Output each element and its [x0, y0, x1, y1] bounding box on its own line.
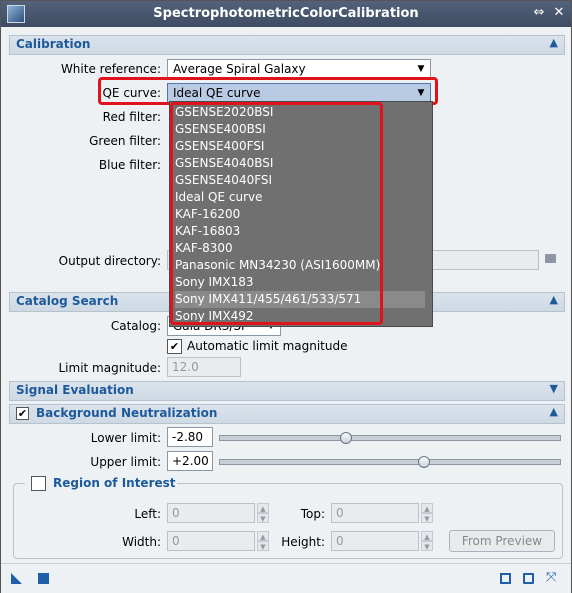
window-title: SpectrophotometricColorCalibration — [153, 6, 419, 21]
field-value: 12.0 — [172, 360, 199, 374]
new-instance-icon[interactable] — [11, 573, 22, 584]
limit-magnitude-field[interactable]: 12.0 — [167, 357, 241, 377]
roi-width-label: Width: — [122, 535, 161, 549]
field-value: 0 — [172, 506, 180, 520]
collapse-icon[interactable]: ▲ — [550, 36, 558, 49]
upper-limit-slider[interactable] — [219, 459, 561, 465]
section-signal-evaluation[interactable]: Signal Evaluation ▼ — [9, 381, 565, 401]
section-title: Signal Evaluation — [16, 383, 134, 397]
close-icon[interactable]: ✕ — [551, 5, 567, 21]
catalog-label: Catalog: — [110, 319, 161, 333]
lower-limit-slider[interactable] — [219, 435, 561, 441]
bottom-toolbar: ⤧ — [1, 563, 571, 593]
upper-limit-field[interactable]: +2.00 — [167, 451, 213, 471]
documentation-icon[interactable] — [500, 573, 511, 584]
output-directory-label: Output directory: — [58, 254, 161, 268]
section-title: Calibration — [16, 37, 91, 51]
title-bar[interactable]: SpectrophotometricColorCalibration ⇔ ✕ — [1, 1, 571, 27]
section-background-neutralization[interactable]: ✔ Background Neutralization ▲ — [9, 404, 565, 424]
from-preview-button[interactable]: From Preview — [449, 530, 555, 552]
roi-title: Region of Interest — [53, 476, 176, 490]
roi-left-label: Left: — [134, 507, 161, 521]
window: SpectrophotometricColorCalibration ⇔ ✕ C… — [0, 0, 572, 593]
green-filter-label: Green filter: — [89, 134, 161, 148]
blue-filter-label: Blue filter: — [98, 158, 161, 172]
roi-height-spinner[interactable]: ▲ ▼ — [421, 531, 433, 551]
collapse-icon[interactable]: ▲ — [550, 405, 558, 418]
roi-checkbox[interactable] — [31, 476, 46, 491]
background-neutralization-checkbox[interactable]: ✔ — [16, 407, 29, 420]
apply-global-icon[interactable] — [38, 573, 49, 584]
folder-icon[interactable] — [545, 254, 556, 263]
roi-height-field[interactable]: 0 — [331, 531, 419, 551]
roi-top-label: Top: — [300, 507, 325, 521]
limit-magnitude-label: Limit magnitude: — [58, 361, 161, 375]
section-title: Catalog Search — [16, 294, 119, 308]
lower-limit-label: Lower limit: — [90, 431, 161, 445]
lower-limit-slider-handle[interactable] — [339, 432, 352, 444]
section-calibration[interactable]: Calibration ▲ — [9, 35, 565, 55]
expand-icon[interactable]: ▼ — [550, 382, 558, 395]
red-filter-label: Red filter: — [102, 110, 161, 124]
white-reference-label: White reference: — [60, 62, 161, 76]
auto-limit-label: Automatic limit magnitude — [187, 339, 348, 353]
field-value: +2.00 — [172, 454, 209, 468]
lower-limit-field[interactable]: -2.80 — [167, 427, 213, 447]
roi-top-spinner[interactable]: ▲ ▼ — [421, 503, 433, 523]
upper-limit-slider-handle[interactable] — [418, 456, 430, 468]
roi-top-field[interactable]: 0 — [331, 503, 419, 523]
auto-limit-checkbox[interactable]: ✔ — [167, 339, 182, 354]
field-value: 0 — [336, 506, 344, 520]
minimize-icon[interactable]: ⇔ — [531, 5, 547, 21]
chevron-down-icon: ▼ — [417, 64, 425, 74]
roi-height-label: Height: — [281, 535, 325, 549]
field-value: -2.80 — [172, 430, 204, 444]
field-value: 0 — [336, 534, 344, 548]
field-value: 0 — [172, 534, 180, 548]
reset-icon[interactable] — [523, 573, 534, 584]
combo-value: Average Spiral Galaxy — [173, 62, 306, 76]
upper-limit-label: Upper limit: — [90, 455, 161, 469]
highlight-box-dropdown — [170, 102, 383, 325]
section-title: Background Neutralization — [36, 406, 218, 420]
white-reference-combo[interactable]: Average Spiral Galaxy ▼ — [167, 59, 431, 79]
expand-icon[interactable]: ⤧ — [546, 571, 557, 584]
collapse-icon[interactable]: ▲ — [550, 293, 558, 306]
